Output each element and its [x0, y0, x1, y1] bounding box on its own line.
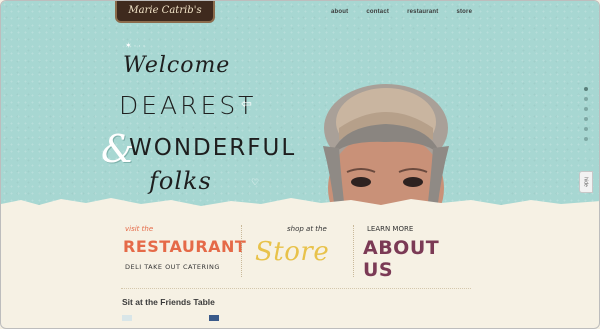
divider — [241, 225, 242, 277]
promo-about-small: LEARN MORE — [367, 225, 414, 233]
promo-store-small: shop at the — [287, 225, 327, 233]
slide-dot[interactable] — [584, 97, 588, 101]
arrow-icon: ⇦ — [241, 96, 252, 111]
browser-frame: Marie Catrib's about contact restaurant … — [0, 0, 600, 329]
main-nav: about contact restaurant store — [331, 9, 472, 15]
promo-restaurant-title: RESTAURANT — [123, 237, 247, 256]
section-divider — [121, 288, 471, 289]
hero-portrait — [323, 84, 449, 211]
promo-restaurant-sub: DELI TAKE OUT CATERING — [125, 263, 220, 271]
promo-store[interactable]: shop at the Store — [247, 223, 351, 281]
divider — [353, 225, 354, 277]
nav-about[interactable]: about — [331, 9, 348, 15]
logo-text: Marie Catrib's — [128, 4, 202, 16]
hero-line-wonderful: WONDERFUL — [129, 135, 297, 161]
hide-label: hide — [582, 177, 589, 187]
promo-about-title: ABOUT US — [363, 237, 440, 281]
slide-dot[interactable] — [584, 87, 588, 91]
hero-line-dearest: DEAREST — [119, 91, 257, 120]
section-title: Sit at the Friends Table — [122, 297, 215, 307]
content-peek — [122, 315, 132, 321]
promo-restaurant-small: visit the — [125, 225, 154, 233]
nav-restaurant[interactable]: restaurant — [407, 9, 438, 15]
site-logo[interactable]: Marie Catrib's — [115, 1, 215, 23]
torn-paper-edge — [1, 198, 599, 214]
slide-indicator — [584, 87, 588, 141]
nav-contact[interactable]: contact — [366, 9, 389, 15]
hide-tab[interactable]: hide — [579, 171, 593, 193]
slide-dot[interactable] — [584, 117, 588, 121]
hero-line-folks: folks — [149, 167, 212, 195]
content-peek — [209, 315, 219, 321]
slide-dot[interactable] — [584, 107, 588, 111]
heart-icon: ♡ — [251, 177, 260, 187]
slide-dot[interactable] — [584, 137, 588, 141]
hero-line-welcome: Welcome — [123, 53, 231, 78]
promo-about[interactable]: LEARN MORE ABOUT US — [359, 223, 471, 281]
sparkle-icon: ✶ ∙ ∙ ∙ — [125, 41, 146, 50]
nav-store[interactable]: store — [456, 9, 472, 15]
promo-store-title: Store — [255, 237, 330, 267]
slide-dot[interactable] — [584, 127, 588, 131]
promo-restaurant[interactable]: visit the RESTAURANT DELI TAKE OUT CATER… — [121, 223, 246, 281]
hero-banner: Marie Catrib's about contact restaurant … — [1, 1, 599, 211]
